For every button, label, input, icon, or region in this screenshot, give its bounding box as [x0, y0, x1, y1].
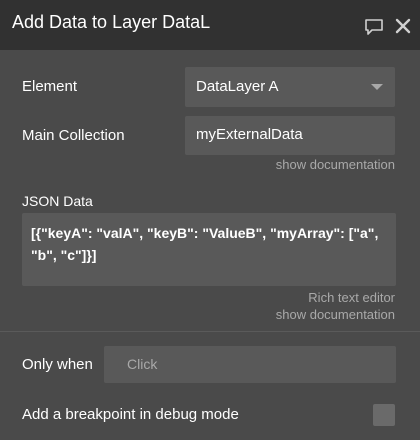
section-divider [0, 331, 420, 332]
only-when-condition-field[interactable]: Click [104, 346, 396, 383]
main-collection-label: Main Collection [22, 127, 125, 144]
element-selected-value: DataLayer A [196, 78, 279, 95]
element-dropdown[interactable]: DataLayer A [185, 67, 395, 107]
main-collection-value: myExternalData [196, 126, 303, 143]
only-when-label: Only when [22, 356, 93, 373]
json-data-doc-link[interactable]: show documentation [276, 307, 395, 322]
element-label: Element [22, 78, 78, 95]
close-icon[interactable] [392, 15, 414, 37]
panel-title: Add Data to Layer DataL [12, 12, 211, 32]
json-data-value: [{"keyA": "valA", "keyB": "ValueB", "myA… [31, 225, 379, 263]
speech-bubble-icon[interactable] [363, 15, 385, 37]
json-data-label: JSON Data [22, 193, 93, 209]
json-data-field[interactable]: [{"keyA": "valA", "keyB": "ValueB", "myA… [22, 213, 396, 286]
panel-header: Add Data to Layer DataL [0, 0, 420, 50]
chevron-down-icon [371, 84, 383, 90]
rich-text-editor-link[interactable]: Rich text editor [308, 290, 395, 305]
main-collection-field[interactable]: myExternalData [185, 116, 395, 155]
main-collection-doc-link[interactable]: show documentation [276, 157, 395, 172]
breakpoint-checkbox[interactable] [373, 404, 395, 426]
property-editor-panel: Add Data to Layer DataL Element DataLaye… [0, 0, 420, 440]
only-when-placeholder: Click [127, 356, 158, 372]
breakpoint-label: Add a breakpoint in debug mode [22, 406, 239, 423]
